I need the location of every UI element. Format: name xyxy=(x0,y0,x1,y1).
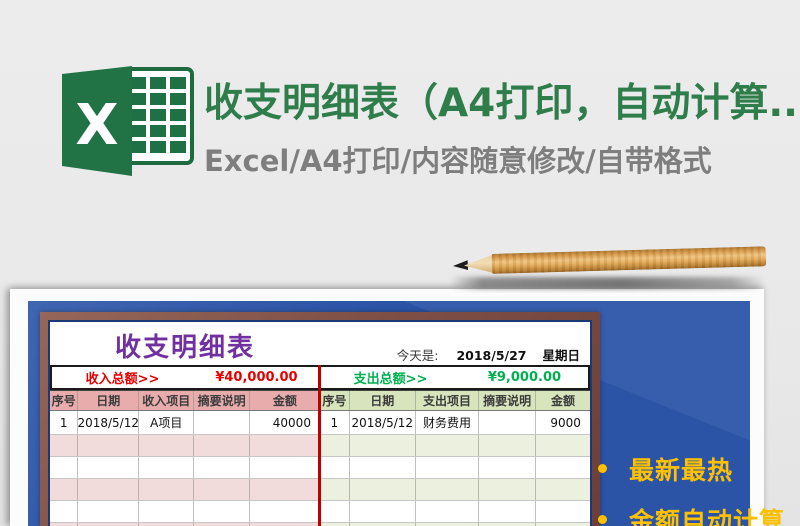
column-header-cell[interactable]: 序号 xyxy=(320,391,350,410)
table-cell[interactable] xyxy=(350,457,416,478)
table-cell[interactable] xyxy=(416,435,480,456)
table-row: 序号 日期 支出项目 摘要说明 金额 xyxy=(320,390,590,411)
column-header-cell[interactable]: 支出项目 xyxy=(416,391,480,410)
promo-item: 最新最热 xyxy=(598,455,785,485)
table-cell[interactable] xyxy=(250,501,320,522)
table-cell[interactable] xyxy=(320,457,350,478)
table-cell[interactable] xyxy=(50,435,79,456)
table-cell[interactable] xyxy=(536,501,590,522)
sheet-title: 收支明细表 xyxy=(114,333,255,363)
table-cell[interactable] xyxy=(139,457,195,478)
excel-logo: X xyxy=(62,66,194,176)
table-cell[interactable] xyxy=(416,457,480,478)
table-row: 1 2018/5/12 财务费用 9000 xyxy=(320,411,590,435)
table-cell[interactable] xyxy=(416,501,480,522)
table-cell[interactable] xyxy=(78,435,140,456)
table-cell[interactable] xyxy=(194,479,250,500)
table-cell[interactable] xyxy=(479,457,536,478)
table-cell[interactable] xyxy=(250,457,320,478)
column-header-cell[interactable]: 摘要说明 xyxy=(479,391,536,410)
table-cell[interactable]: A项目 xyxy=(139,411,195,434)
table-cell[interactable] xyxy=(320,501,350,522)
table-cell[interactable] xyxy=(194,411,250,434)
table-cell[interactable] xyxy=(479,435,536,456)
column-header-cell[interactable]: 摘要说明 xyxy=(194,391,250,410)
today-label: 今天是: xyxy=(396,348,439,363)
table-cell[interactable] xyxy=(320,435,350,456)
table-cell[interactable] xyxy=(250,435,320,456)
promo-list: 最新最热金额自动计算 xyxy=(598,455,785,526)
sheet-frame: 收支明细表 今天是: 2018/5/27 星期日 收入总额>> ¥40,000.00… xyxy=(40,312,600,526)
column-header-cell[interactable]: 序号 xyxy=(50,391,79,410)
table-cell[interactable] xyxy=(320,479,350,500)
bullet-dot-icon xyxy=(598,515,607,524)
table-cell[interactable] xyxy=(50,457,79,478)
table-row xyxy=(50,435,320,457)
table-cell[interactable] xyxy=(78,457,140,478)
spreadsheet-card: 收支明细表 今天是: 2018/5/27 星期日 收入总额>> ¥40,000.00… xyxy=(48,320,592,526)
table-cell[interactable] xyxy=(139,435,195,456)
center-red-divider xyxy=(318,365,321,526)
table-row xyxy=(50,457,320,479)
table-cell[interactable] xyxy=(139,501,195,522)
table-cell[interactable] xyxy=(194,435,250,456)
table-cell[interactable] xyxy=(194,457,250,478)
promo-page: X 收支明细表（A4打印，自动计算... Excel/A4打印/内容随意修改/自… xyxy=(0,0,800,526)
table-cell[interactable]: 1 xyxy=(320,411,350,434)
table-row xyxy=(50,479,320,501)
income-total-label[interactable]: 收入总额>> xyxy=(52,367,193,388)
banner-subtitle: Excel/A4打印/内容随意修改/自带格式 xyxy=(204,144,712,178)
expense-total-label[interactable]: 支出总额>> xyxy=(320,367,461,388)
promo-item: 金额自动计算 xyxy=(598,506,785,526)
table-cell[interactable]: 2018/5/12 xyxy=(78,411,140,434)
table-cell[interactable] xyxy=(78,479,140,500)
today-date[interactable]: 2018/5/27 xyxy=(456,348,526,363)
table-cell[interactable] xyxy=(350,435,416,456)
promo-item-label: 金额自动计算 xyxy=(629,506,786,526)
table-row xyxy=(320,435,590,457)
table-cell[interactable] xyxy=(416,479,480,500)
pencil-body xyxy=(491,246,767,274)
table-row xyxy=(50,501,320,523)
column-header-cell[interactable]: 金额 xyxy=(250,391,320,410)
column-header-cell[interactable]: 收入项目 xyxy=(139,391,195,410)
table-cell[interactable]: 财务费用 xyxy=(416,411,480,434)
column-header-cell[interactable]: 日期 xyxy=(78,391,140,410)
table-row xyxy=(320,479,590,501)
table-cell[interactable] xyxy=(194,501,250,522)
table-cell[interactable]: 2018/5/12 xyxy=(350,411,416,434)
table-row xyxy=(320,457,590,479)
table-cell[interactable] xyxy=(78,501,140,522)
table-cell[interactable] xyxy=(350,501,416,522)
table-cell[interactable] xyxy=(50,501,79,522)
banner-title: 收支明细表（A4打印，自动计算... xyxy=(204,81,800,126)
table-row xyxy=(320,501,590,523)
expense-table: 序号 日期 支出项目 摘要说明 金额 1 2018/5/12 财务费用 9000 xyxy=(320,390,590,526)
today-weekday[interactable]: 星期日 xyxy=(542,348,580,363)
income-table: 序号 日期 收入项目 摘要说明 金额 1 2018/5/12 A项目 40000 xyxy=(50,390,320,526)
expense-total-value[interactable]: ¥9,000.00 xyxy=(461,367,588,388)
table-cell[interactable] xyxy=(536,457,590,478)
table-cell[interactable] xyxy=(350,479,416,500)
table-cell[interactable]: 1 xyxy=(50,411,79,434)
today-line: 今天是: 2018/5/27 星期日 xyxy=(397,345,580,364)
table-cell[interactable] xyxy=(536,435,590,456)
table-cell[interactable] xyxy=(479,479,536,500)
table-row: 序号 日期 收入项目 摘要说明 金额 xyxy=(50,390,320,411)
table-cell[interactable] xyxy=(536,479,590,500)
table-cell[interactable]: 40000 xyxy=(250,411,320,434)
table-cell[interactable] xyxy=(250,479,320,500)
table-cell[interactable] xyxy=(50,479,79,500)
income-total-value[interactable]: ¥40,000.00 xyxy=(193,367,320,388)
table-cell[interactable] xyxy=(479,501,536,522)
table-cell[interactable] xyxy=(139,479,195,500)
column-header-cell[interactable]: 日期 xyxy=(350,391,416,410)
table-row: 1 2018/5/12 A项目 40000 xyxy=(50,411,320,435)
table-cell[interactable] xyxy=(479,411,536,434)
table-cell[interactable]: 9000 xyxy=(536,411,590,434)
column-header-cell[interactable]: 金额 xyxy=(536,391,590,410)
logo-letter: X xyxy=(75,93,118,158)
bullet-dot-icon xyxy=(598,464,607,473)
promo-item-label: 最新最热 xyxy=(629,455,734,485)
